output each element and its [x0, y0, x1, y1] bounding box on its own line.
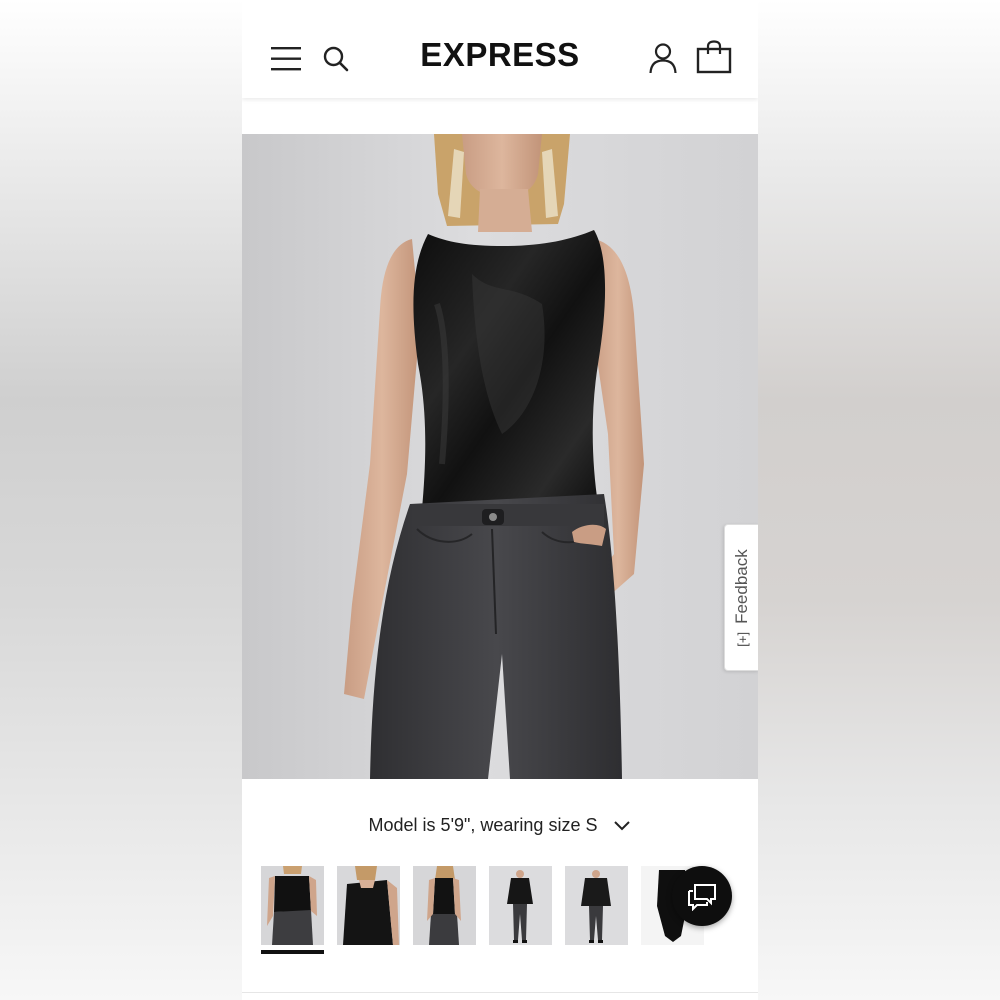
thumbnail-5[interactable] [565, 866, 628, 945]
model-photo [242, 134, 758, 779]
chat-bubbles-icon [688, 884, 716, 911]
shopping-bag-icon[interactable] [696, 40, 732, 74]
feedback-tab[interactable]: [+] Feedback [724, 524, 758, 671]
background-right [758, 0, 1000, 1000]
chat-button[interactable] [672, 866, 732, 926]
feedback-plus-icon: [+] [735, 631, 750, 647]
thumbnail-3[interactable] [413, 866, 476, 945]
thumbnail-1[interactable] [261, 866, 324, 945]
brand-logo[interactable]: EXPRESS [242, 36, 758, 74]
product-image[interactable]: [+] Feedback [242, 134, 758, 779]
divider [242, 992, 758, 993]
chevron-down-icon[interactable] [613, 820, 631, 832]
thumbnail-strip [261, 866, 741, 946]
account-icon[interactable] [648, 42, 678, 74]
thumbnail-2[interactable] [337, 866, 400, 945]
selected-thumbnail-indicator [261, 950, 324, 954]
site-header: EXPRESS [242, 0, 758, 98]
model-size-text: Model is 5'9", wearing size S [368, 815, 598, 835]
feedback-label: Feedback [732, 548, 751, 624]
background-left [0, 0, 242, 1000]
thumbnail-4[interactable] [489, 866, 552, 945]
mobile-page: EXPRESS [+]Feedback Model is 5'9", weari… [242, 0, 758, 1000]
model-size-info[interactable]: Model is 5'9", wearing size S [242, 815, 758, 836]
